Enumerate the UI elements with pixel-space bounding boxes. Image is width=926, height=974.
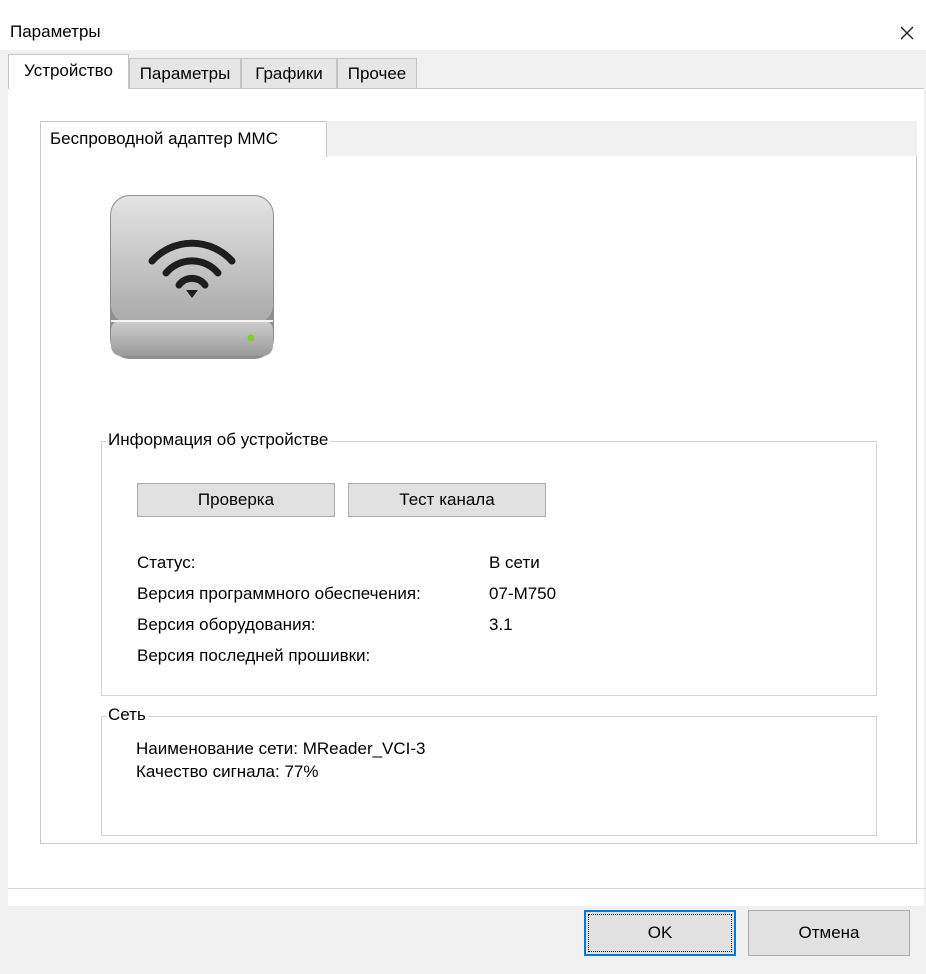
close-icon[interactable] (892, 18, 922, 48)
ok-button[interactable]: OK (584, 910, 736, 956)
tab-other[interactable]: Прочее (337, 58, 417, 88)
tab-parameters[interactable]: Параметры (129, 58, 241, 88)
device-tab-panel: Беспроводной адаптер MMC Информация об у… (8, 88, 924, 906)
wireless-adapter-icon (107, 192, 277, 362)
tab-device[interactable]: Устройство (8, 54, 129, 89)
tab-graphs[interactable]: Графики (241, 58, 337, 88)
footer-separator (8, 888, 926, 889)
adapter-panel: Информация об устройстве Проверка Тест к… (40, 156, 917, 844)
status-value: В сети (489, 553, 540, 572)
software-version-label: Версия программного обеспечения: (137, 584, 421, 603)
status-label: Статус: (137, 553, 196, 572)
software-version-value: 07-M750 (489, 584, 557, 603)
network-group: Сеть Наименование сети: MReader_VCI-3 Ка… (101, 705, 877, 836)
window-title: Параметры (10, 22, 101, 41)
network-legend: Сеть (106, 705, 148, 725)
title-bar: Параметры (0, 8, 926, 54)
device-info-legend: Информация об устройстве (106, 430, 331, 450)
signal-quality: Качество сигнала: 77% (136, 762, 319, 781)
network-name: Наименование сети: MReader_VCI-3 (136, 739, 426, 758)
device-info-group: Информация об устройстве Проверка Тест к… (101, 430, 877, 696)
cancel-button[interactable]: Отмена (748, 910, 910, 956)
dialog-body: Устройство Параметры Графики Прочее Бесп… (0, 50, 926, 974)
inner-tab-mmc-adapter[interactable]: Беспроводной адаптер MMC (40, 121, 327, 157)
latest-firmware-label: Версия последней прошивки: (137, 646, 371, 665)
inner-tab-strip (326, 121, 917, 157)
hardware-version-label: Версия оборудования: (137, 615, 316, 634)
channel-test-button[interactable]: Тест канала (348, 483, 546, 517)
hardware-version-value: 3.1 (489, 615, 513, 634)
check-button[interactable]: Проверка (137, 483, 335, 517)
